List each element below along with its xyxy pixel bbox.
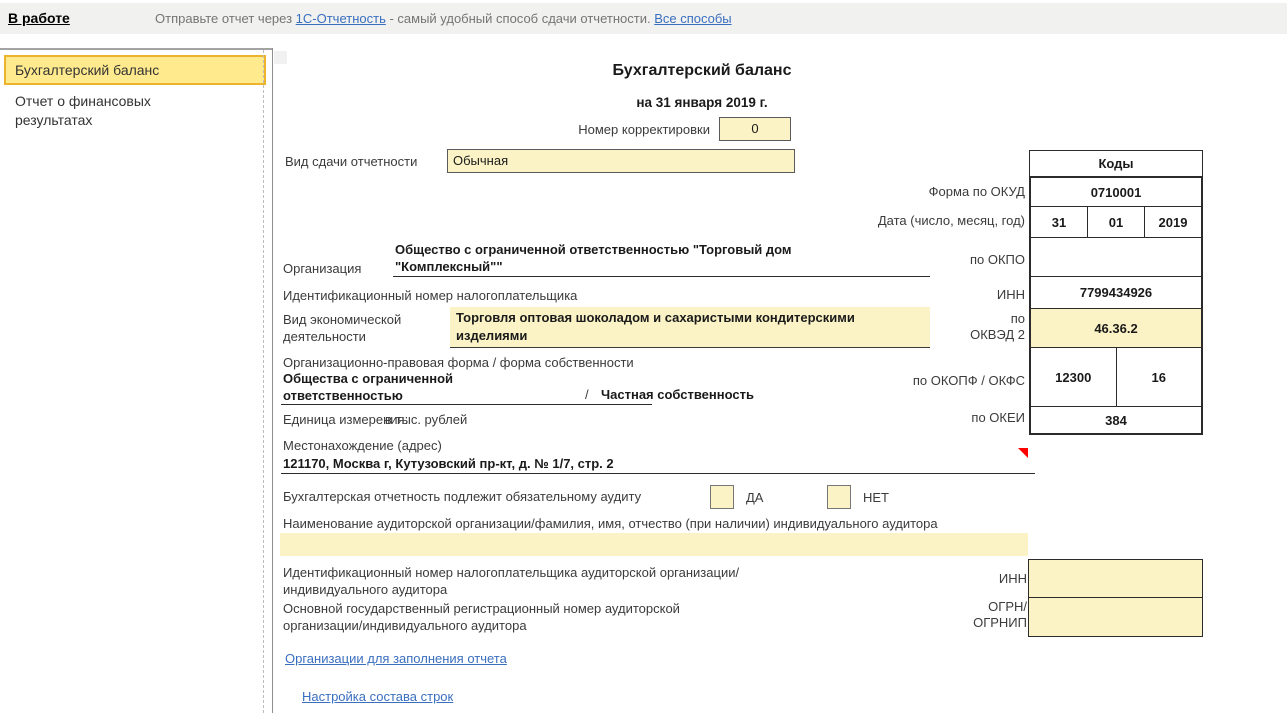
link-organizations-for-report[interactable]: Организации для заполнения отчета — [285, 651, 507, 666]
okopf-okfs-label: по ОКОПФ / ОКФС — [825, 373, 1025, 388]
code-okopf-cell: 12300 — [1031, 348, 1117, 406]
code-date-row: 31 01 2019 — [1031, 207, 1201, 238]
correction-number-field[interactable]: 0 — [719, 117, 791, 141]
note-marker-icon — [1018, 448, 1028, 458]
code-okud-cell: 0710001 — [1031, 178, 1201, 207]
link-1c-reporting[interactable]: 1С-Отчетность — [296, 11, 386, 26]
codes-table-header: Коды — [1029, 150, 1203, 177]
sidebar-item-balance-sheet[interactable]: Бухгалтерский баланс — [4, 55, 266, 85]
taxpayer-number-label: Идентификационный номер налогоплательщик… — [283, 288, 577, 303]
audit-yes-checkbox[interactable] — [710, 485, 734, 509]
form-subtitle: на 31 января 2019 г. — [272, 95, 1132, 110]
code-okved-cell[interactable]: 46.36.2 — [1031, 309, 1201, 348]
sidebar-item-financial-results[interactable]: Отчет о финансовых результатах — [15, 92, 200, 130]
ogrn-line2: ОГРНИП — [973, 615, 1027, 630]
auditor-inn-label: Идентификационный номер налогоплательщик… — [283, 564, 788, 598]
audit-required-label: Бухгалтерская отчетность подлежит обязат… — [283, 489, 641, 504]
codes-table: 0710001 31 01 2019 7799434926 46.36.2 12… — [1029, 176, 1203, 435]
okei-label: по ОКЕИ — [825, 410, 1025, 425]
inn-label: ИНН — [825, 287, 1025, 302]
code-date-day-cell: 31 — [1031, 207, 1088, 237]
ogrn-line1: ОГРН/ — [988, 599, 1027, 614]
link-all-methods[interactable]: Все способы — [654, 11, 731, 26]
organization-underline — [393, 276, 930, 277]
legal-form-value: Общества с ограниченной ответственностью — [283, 370, 513, 404]
audit-no-label: НЕТ — [863, 490, 889, 505]
code-date-month-cell: 01 — [1088, 207, 1145, 237]
organization-label: Организация — [283, 261, 361, 276]
code-okpo-cell — [1031, 238, 1201, 277]
organization-value: Общество с ограниченной ответственностью… — [395, 241, 845, 275]
auditor-ogrn-label: Основной государственный регистрационный… — [283, 600, 703, 634]
auditor-inn-field[interactable] — [1028, 559, 1203, 598]
section-tab-in-work[interactable]: В работе — [8, 10, 70, 26]
promo-text-prefix: Отправьте отчет через — [155, 11, 296, 26]
okpo-label: по ОКПО — [825, 252, 1025, 267]
report-kind-label: Вид сдачи отчетности — [285, 154, 417, 169]
correction-number-label: Номер корректировки — [460, 122, 710, 137]
okved-label-line2: ОКВЭД 2 — [825, 327, 1025, 342]
address-value: 121170, Москва г, Кутузовский пр-кт, д. … — [283, 456, 614, 471]
code-okei-cell: 384 — [1031, 407, 1201, 433]
auditor-name-field[interactable] — [280, 533, 1028, 556]
legal-form-underline — [281, 404, 652, 405]
date-label: Дата (число, месяц, год) — [775, 213, 1025, 228]
audit-no-checkbox[interactable] — [827, 485, 851, 509]
address-underline — [281, 473, 1035, 474]
code-okfs-cell: 16 — [1117, 348, 1202, 406]
ownership-form-value: Частная собственность — [601, 387, 754, 402]
report-kind-field[interactable]: Обычная — [447, 149, 795, 173]
auditor-ogrn-right-label: ОГРН/ОГРНИП — [927, 599, 1027, 631]
link-rows-setup[interactable]: Настройка состава строк — [302, 689, 453, 704]
okud-label: Форма по ОКУД — [825, 184, 1025, 199]
okved-label-line1: по — [825, 311, 1025, 326]
form-title: Бухгалтерский баланс — [272, 62, 1132, 80]
code-date-year-cell: 2019 — [1145, 207, 1201, 237]
promo-message: Отправьте отчет через 1С-Отчетность - са… — [155, 11, 732, 26]
legal-form-separator: / — [585, 387, 589, 402]
auditor-name-label: Наименование аудиторской организации/фам… — [283, 516, 938, 531]
audit-yes-label: ДА — [746, 490, 763, 505]
code-inn-cell: 7799434926 — [1031, 277, 1201, 309]
measure-unit-value: в тыс. рублей — [385, 412, 467, 427]
auditor-ogrn-field[interactable] — [1028, 597, 1203, 637]
auditor-inn-right-label: ИНН — [927, 571, 1027, 586]
address-label: Местонахождение (адрес) — [283, 438, 442, 453]
activity-kind-label: Вид экономической деятельности — [283, 311, 423, 345]
sidebar-splitter[interactable] — [263, 50, 264, 713]
code-okopf-okfs-row: 12300 16 — [1031, 348, 1201, 407]
promo-text-middle: - самый удобный способ сдачи отчетности. — [386, 11, 654, 26]
legal-form-label: Организационно-правовая форма / форма со… — [283, 355, 634, 370]
